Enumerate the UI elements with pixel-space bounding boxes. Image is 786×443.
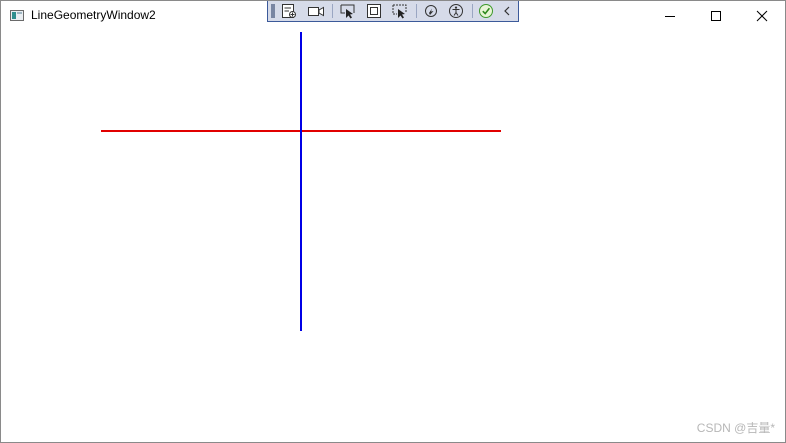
app-window-icon[interactable] [10, 10, 24, 21]
select-element-button[interactable] [338, 2, 358, 20]
toolbar-grip[interactable] [271, 4, 275, 18]
hot-reload-button[interactable] [421, 2, 441, 20]
xaml-dev-toolbar [267, 1, 519, 22]
watermark-text: CSDN @吉量* [696, 421, 775, 435]
track-focus-button[interactable] [390, 2, 410, 20]
camera-icon [308, 6, 324, 17]
toolbar-separator [472, 4, 473, 18]
layout-adorners-button[interactable] [364, 2, 384, 20]
close-icon [756, 10, 768, 22]
accessibility-icon [449, 4, 463, 18]
collapse-chevron-icon [504, 6, 510, 16]
binding-check-button[interactable] [476, 2, 496, 20]
display-layout-adorners-icon [367, 4, 381, 18]
toolbar-separator [416, 4, 417, 18]
live-visual-tree-button[interactable] [279, 2, 299, 20]
select-element-icon [340, 4, 355, 19]
minimize-icon [665, 16, 675, 17]
accessibility-button[interactable] [446, 2, 466, 20]
record-button[interactable] [306, 2, 326, 20]
toolbar-separator [332, 4, 333, 18]
close-button[interactable] [739, 1, 785, 31]
application-window: LineGeometryWindow2 CSDN @吉量* [0, 0, 786, 443]
maximize-button[interactable] [693, 1, 739, 31]
track-focused-element-icon [392, 4, 407, 19]
line-geometry-canvas [101, 32, 501, 331]
hot-reload-icon [425, 5, 437, 17]
client-canvas [1, 31, 785, 442]
window-title: LineGeometryWindow2 [31, 8, 156, 22]
maximize-icon [711, 11, 721, 21]
go-to-live-visual-tree-icon [282, 4, 296, 18]
binding-check-icon [479, 4, 493, 18]
minimize-button[interactable] [647, 1, 693, 31]
collapse-toolbar-button[interactable] [500, 2, 514, 20]
